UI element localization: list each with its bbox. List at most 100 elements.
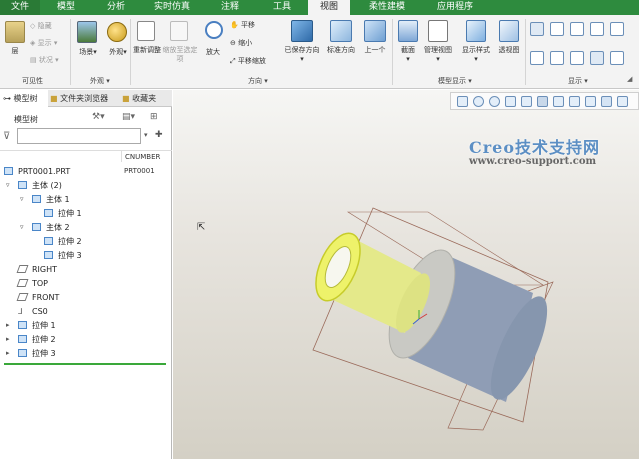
show-button[interactable]: ◈ 显示 ▾ — [30, 38, 57, 48]
tree-item-extrude-2-ref[interactable]: 拉伸 2 — [44, 235, 120, 248]
tree-search-input[interactable] — [17, 128, 141, 144]
appearance-button[interactable]: 外观▾ — [104, 48, 132, 57]
saved-orientation-button[interactable]: 已保存方向 ▾ — [284, 46, 320, 64]
ribbon-separator — [392, 19, 393, 85]
tree-item-extrude-3-ref[interactable]: 拉伸 3 — [44, 249, 120, 262]
section-label: 截面 — [401, 46, 415, 54]
tree-item-csys[interactable]: ⅃ CS0 — [18, 305, 118, 318]
csys-tag-icon[interactable] — [590, 51, 604, 65]
zoom-to-selected-icon — [170, 21, 188, 41]
tree-item-body-1[interactable]: ▿ 主体 1 — [20, 193, 120, 206]
tab-favorites[interactable]: ■ 收藏夹 — [122, 90, 172, 107]
perspective-icon — [499, 20, 519, 42]
tab-analysis[interactable]: 分析 — [92, 0, 140, 15]
group-orientation-label: 方向 — [248, 77, 262, 85]
hide-button[interactable]: ◇ 隐藏 — [30, 21, 52, 31]
annotation-display-icon[interactable] — [610, 22, 624, 36]
manage-views-icon — [428, 20, 448, 42]
tab-folder-browser[interactable]: ■ 文件夹浏览器 — [50, 90, 118, 107]
extrude-icon — [44, 251, 53, 259]
tree-settings-icon[interactable]: ⚒▾ — [92, 112, 105, 122]
tab-model-tree[interactable]: ⊶ 模型树 — [0, 90, 48, 107]
tree-item-extrude-1-ref[interactable]: 拉伸 1 — [44, 207, 120, 220]
section-button[interactable]: 截面 ▾ — [395, 46, 421, 64]
tree-item-right-plane[interactable]: RIGHT — [16, 263, 118, 276]
search-dropdown-icon[interactable]: ▾ — [144, 131, 148, 139]
body-icon — [32, 223, 41, 231]
layers-icon — [5, 21, 25, 43]
refit-icon — [137, 21, 155, 41]
display-style-button[interactable]: 显示样式 ▾ — [458, 46, 494, 64]
group-visibility: 可见性 — [22, 77, 43, 85]
tree-item-front-label: FRONT — [32, 293, 60, 302]
status-label: 状况 — [38, 56, 53, 64]
tab-model[interactable]: 模型 — [42, 0, 90, 15]
tab-file[interactable]: 文件 — [0, 0, 40, 15]
expand-toggle-icon[interactable]: ▸ — [6, 347, 10, 360]
tree-columns-icon[interactable]: ▤▾ — [122, 112, 135, 122]
expand-toggle-icon[interactable]: ▸ — [6, 333, 10, 346]
perspective-button[interactable]: 透视图 — [495, 46, 523, 55]
expand-toggle-icon[interactable]: ▸ — [6, 319, 10, 332]
tree-item-body-2[interactable]: ▿ 主体 2 — [20, 221, 120, 234]
group-appearance: 外观 ▾ — [90, 77, 110, 85]
extrude-icon — [18, 335, 27, 343]
tree-item-extrude-2-ref-label: 拉伸 2 — [58, 237, 82, 246]
zoom-to-selected-button[interactable]: 缩放至选定项 — [162, 46, 198, 64]
tab-tools[interactable]: 工具 — [258, 0, 306, 15]
filter-icon[interactable]: ⊽ — [3, 131, 10, 142]
tab-view[interactable]: 视图 — [308, 0, 350, 15]
tab-annotate[interactable]: 注释 — [205, 0, 255, 15]
tab-applications[interactable]: 应用程序 — [422, 0, 488, 15]
appearance-icon — [107, 22, 127, 42]
axis-display-icon[interactable] — [550, 22, 564, 36]
tree-item-front-plane[interactable]: FRONT — [16, 291, 118, 304]
tree-item-bodies[interactable]: ▿ 主体 (2) — [6, 179, 120, 192]
tab-live-simulation[interactable]: 实时仿真 — [142, 0, 202, 15]
insert-indicator[interactable] — [4, 363, 166, 365]
point-tag-icon[interactable] — [570, 51, 584, 65]
column-header-cnumber[interactable]: CNUMBER — [125, 153, 160, 161]
tree-item-extrude-1-ref-label: 拉伸 1 — [58, 209, 82, 218]
tree-filter-options-icon[interactable]: ⊞ — [150, 112, 158, 122]
collapse-toggle-icon[interactable]: ▿ — [20, 193, 24, 206]
layer-button[interactable]: 层 — [4, 47, 26, 56]
previous-view-button[interactable]: 上一个 — [360, 46, 390, 55]
tree-item-bodies-label: 主体 (2) — [32, 181, 62, 190]
manage-views-button[interactable]: 管理视图 ▾ — [420, 46, 456, 64]
ribbon-collapse-icon[interactable]: ◢ — [627, 75, 632, 83]
pan-button[interactable]: ✋ 平移 — [230, 20, 255, 30]
standard-orientation-button[interactable]: 标准方向 — [322, 46, 360, 55]
add-column-icon[interactable]: ✚ — [155, 130, 163, 140]
collapse-toggle-icon[interactable]: ▿ — [20, 221, 24, 234]
collapse-toggle-icon[interactable]: ▿ — [6, 179, 10, 192]
axis-tag-icon[interactable] — [550, 51, 564, 65]
spin-center-icon[interactable] — [610, 51, 624, 65]
status-button[interactable]: ▤ 状况 ▾ — [30, 55, 59, 65]
tab-flexible-modeling[interactable]: 柔性建模 — [356, 0, 418, 15]
tree-item-extrude-3[interactable]: ▸ 拉伸 3 — [6, 347, 120, 360]
zoom-out-button[interactable]: ⊖ 缩小 — [230, 38, 252, 48]
ribbon-separator — [525, 19, 526, 85]
plane-tag-icon[interactable] — [530, 51, 544, 65]
pan-zoom-button[interactable]: ⤢ 平移缩放 — [230, 56, 266, 66]
datum-plane-icon — [16, 293, 29, 301]
tree-item-extrude-2[interactable]: ▸ 拉伸 2 — [6, 333, 120, 346]
csys-display-icon[interactable] — [590, 22, 604, 36]
graphics-window[interactable]: Creo技术支持网 www.creo-support.com ⇱ — [173, 90, 639, 459]
group-show: 显示 ▾ — [568, 77, 588, 85]
point-display-icon[interactable] — [570, 22, 584, 36]
tab-folder-browser-label: 文件夹浏览器 — [60, 94, 109, 103]
tree-item-part[interactable]: PRT0001.PRT — [4, 165, 118, 178]
tree-item-extrude-1[interactable]: ▸ 拉伸 1 — [6, 319, 120, 332]
plane-display-icon[interactable] — [530, 22, 544, 36]
scene-button[interactable]: 场景▾ — [74, 48, 102, 57]
tree-item-extrude-3-ref-label: 拉伸 3 — [58, 251, 82, 260]
tree-item-csys-label: CS0 — [32, 307, 48, 316]
manage-views-label: 管理视图 — [424, 46, 452, 54]
extrude-icon — [44, 209, 53, 217]
zoom-in-button[interactable]: 放大 — [200, 48, 226, 57]
refit-button[interactable]: 重新调整 — [132, 46, 162, 55]
tree-item-top-plane[interactable]: TOP — [16, 277, 118, 290]
saved-orientation-icon — [291, 20, 313, 42]
